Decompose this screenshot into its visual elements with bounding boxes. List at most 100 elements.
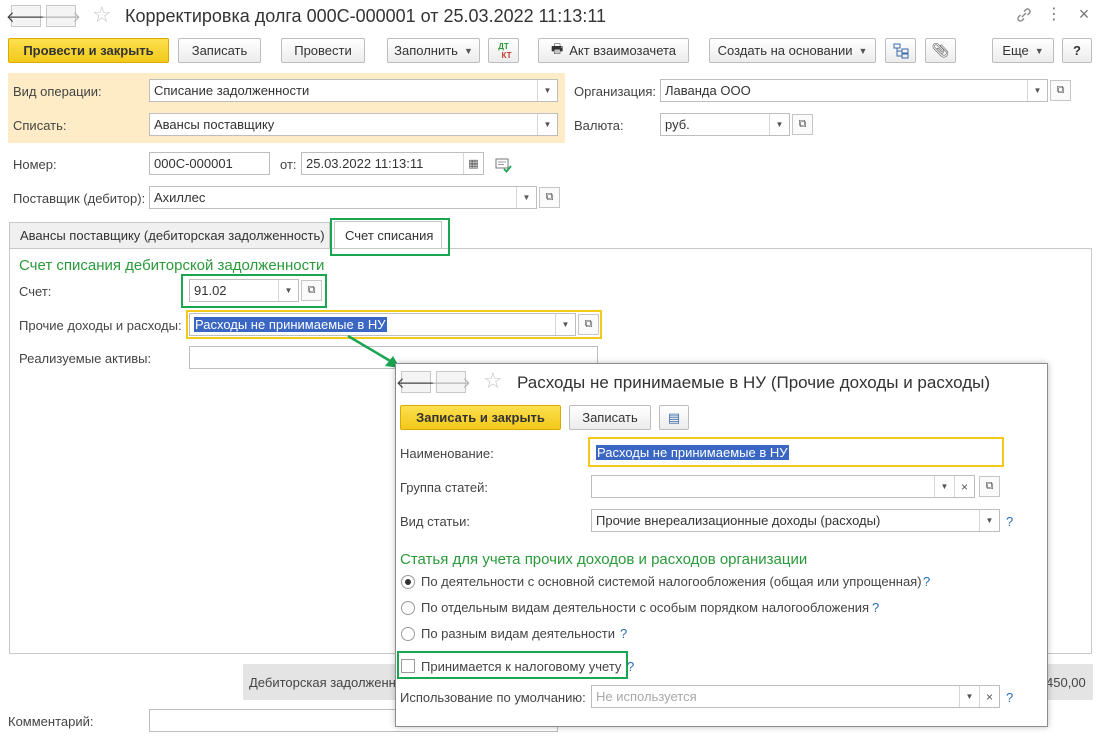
tax-check-help-icon[interactable]: ?: [627, 659, 634, 674]
arrow-right-icon: 🡒: [430, 374, 472, 392]
dt-kt-button[interactable]: ДТ КТ: [488, 38, 519, 63]
other-income-label: Прочие доходы и расходы:: [19, 318, 182, 333]
tab-callout-frame-top: [330, 218, 450, 256]
writeoff-section-title: Счет списания дебиторской задолженности: [19, 257, 325, 274]
open-currency-icon[interactable]: ⧉: [792, 114, 813, 135]
open-supplier-icon[interactable]: ⧉: [539, 187, 560, 208]
window-title: Корректировка долга 000С-000001 от 25.03…: [125, 6, 607, 26]
assets-label: Реализуемые активы:: [19, 351, 152, 366]
popup-favorite-star-icon[interactable]: ☆: [483, 370, 503, 392]
popup-save-button[interactable]: Записать: [569, 405, 651, 430]
popup-group-label: Группа статей:: [400, 480, 488, 495]
radio-various-activities[interactable]: [401, 627, 415, 641]
caret-down-icon: ▼: [1034, 45, 1044, 56]
act-offset-button[interactable]: 🖶 Акт взаимозачета: [538, 38, 689, 63]
caret-down-icon: ▼: [463, 45, 473, 56]
tax-accounting-checkbox[interactable]: [401, 659, 415, 673]
radio-special-taxation[interactable]: [401, 601, 415, 615]
popup-default-select[interactable]: Не используется ▼ ×: [591, 685, 1000, 708]
open-group-icon[interactable]: ⧉: [979, 476, 1000, 497]
open-organization-icon[interactable]: ⧉: [1050, 80, 1071, 101]
popup-section-title: Статья для учета прочих доходов и расход…: [400, 551, 808, 568]
debt-summary-label: Дебиторская задолженн: [249, 675, 396, 690]
popup-title: Расходы не принимаемые в НУ (Прочие дохо…: [517, 373, 991, 392]
document-status-icon[interactable]: [495, 157, 513, 173]
create-based-on-button[interactable]: Создать на основании ▼: [709, 38, 876, 63]
popup-group-select[interactable]: ▼ ×: [591, 475, 975, 498]
organization-label: Организация:: [574, 84, 657, 99]
clear-icon[interactable]: ×: [954, 476, 974, 497]
number-input[interactable]: 000С-000001: [149, 152, 270, 175]
back-button[interactable]: 🡐: [6, 5, 46, 27]
date-label: от:: [280, 157, 297, 172]
currency-label: Валюта:: [574, 118, 624, 133]
open-other-income-icon[interactable]: ⧉: [578, 314, 599, 335]
hierarchy-icon: [893, 43, 908, 58]
structure-button[interactable]: [885, 38, 916, 63]
popup-back-button[interactable]: 🡐: [396, 371, 436, 393]
dropdown-arrow-icon[interactable]: ▼: [537, 80, 557, 101]
popup-list-button[interactable]: ▤: [659, 405, 689, 430]
printer-icon: 🖶: [550, 40, 564, 56]
radio-various-activities-label[interactable]: По разным видам деятельности: [421, 626, 615, 641]
dropdown-arrow-icon[interactable]: ▼: [769, 114, 789, 135]
caret-down-icon: ▼: [858, 45, 868, 56]
debt-summary-value: 450,00: [1046, 675, 1086, 690]
account-label: Счет:: [19, 284, 52, 299]
popup-save-close-button[interactable]: Записать и закрыть: [400, 405, 561, 430]
popup-name-input[interactable]: Расходы не принимаемые в НУ: [591, 441, 1000, 464]
dropdown-arrow-icon[interactable]: ▼: [934, 476, 954, 497]
close-icon[interactable]: ×: [1075, 4, 1093, 24]
organization-select[interactable]: Лаванда ООО ▼: [660, 79, 1048, 102]
dropdown-arrow-icon[interactable]: ▼: [537, 114, 557, 135]
account-callout-frame: [181, 274, 327, 308]
popup-kind-help-icon[interactable]: ?: [1006, 514, 1013, 529]
popup-name-label: Наименование:: [400, 446, 494, 461]
popup-default-help-icon[interactable]: ?: [1006, 690, 1013, 705]
number-label: Номер:: [13, 157, 57, 172]
popup-kind-label: Вид статьи:: [400, 514, 470, 529]
comment-label: Комментарий:: [8, 714, 94, 729]
radio-special-help-icon[interactable]: ?: [872, 600, 879, 615]
paperclip-icon: 📎︎: [931, 42, 950, 58]
radio-various-help-icon[interactable]: ?: [620, 626, 627, 641]
radio-main-taxation[interactable]: [401, 575, 415, 589]
radio-main-taxation-label[interactable]: По деятельности с основной системой нало…: [421, 574, 922, 589]
date-input[interactable]: 25.03.2022 11:13:11 ▦: [301, 152, 484, 175]
calendar-icon[interactable]: ▦: [463, 153, 483, 174]
dropdown-arrow-icon[interactable]: ▼: [959, 686, 979, 707]
operation-label: Вид операции:: [13, 84, 102, 99]
save-button[interactable]: Записать: [178, 38, 261, 63]
post-button[interactable]: Провести: [281, 38, 365, 63]
more-button[interactable]: Еще ▼: [992, 38, 1054, 63]
popup-default-label: Использование по умолчанию:: [400, 690, 586, 705]
tab-supplier-advances[interactable]: Авансы поставщику (дебиторская задолженн…: [9, 222, 330, 248]
expense-item-popup: 🡐 🡒 ☆ Расходы не принимаемые в НУ (Прочи…: [395, 363, 1048, 727]
arrow-right-icon: 🡒: [40, 8, 82, 26]
fill-dropdown-button[interactable]: Заполнить ▼: [387, 38, 480, 63]
post-and-close-button[interactable]: Провести и закрыть: [8, 38, 169, 63]
dropdown-arrow-icon[interactable]: ▼: [555, 314, 575, 335]
dropdown-arrow-icon[interactable]: ▼: [516, 187, 536, 208]
dropdown-arrow-icon[interactable]: ▼: [1027, 80, 1047, 101]
radio-special-taxation-label[interactable]: По отдельным видам деятельности с особым…: [421, 600, 869, 615]
popup-kind-select[interactable]: Прочие внереализационные доходы (расходы…: [591, 509, 1000, 532]
supplier-label: Поставщик (дебитор):: [13, 191, 146, 206]
favorite-star-icon[interactable]: ☆: [92, 4, 112, 26]
help-button[interactable]: ?: [1062, 38, 1092, 63]
currency-select[interactable]: руб. ▼: [660, 113, 790, 136]
radio-main-help-icon[interactable]: ?: [923, 574, 930, 589]
clear-icon[interactable]: ×: [979, 686, 999, 707]
writeoff-label: Списать:: [13, 118, 67, 133]
operation-select[interactable]: Списание задолженности ▼: [149, 79, 558, 102]
link-icon[interactable]: [1015, 6, 1033, 24]
writeoff-select[interactable]: Авансы поставщику ▼: [149, 113, 558, 136]
vertical-dots-icon[interactable]: ⋮: [1046, 6, 1062, 24]
supplier-select[interactable]: Ахиллес ▼: [149, 186, 537, 209]
forward-button[interactable]: 🡒: [41, 5, 81, 27]
dropdown-arrow-icon[interactable]: ▼: [979, 510, 999, 531]
popup-forward-button[interactable]: 🡒: [431, 371, 471, 393]
tax-accounting-checkbox-label[interactable]: Принимается к налоговому учету: [421, 659, 621, 674]
list-icon: ▤: [667, 409, 681, 425]
attach-button[interactable]: 📎︎: [925, 38, 956, 63]
